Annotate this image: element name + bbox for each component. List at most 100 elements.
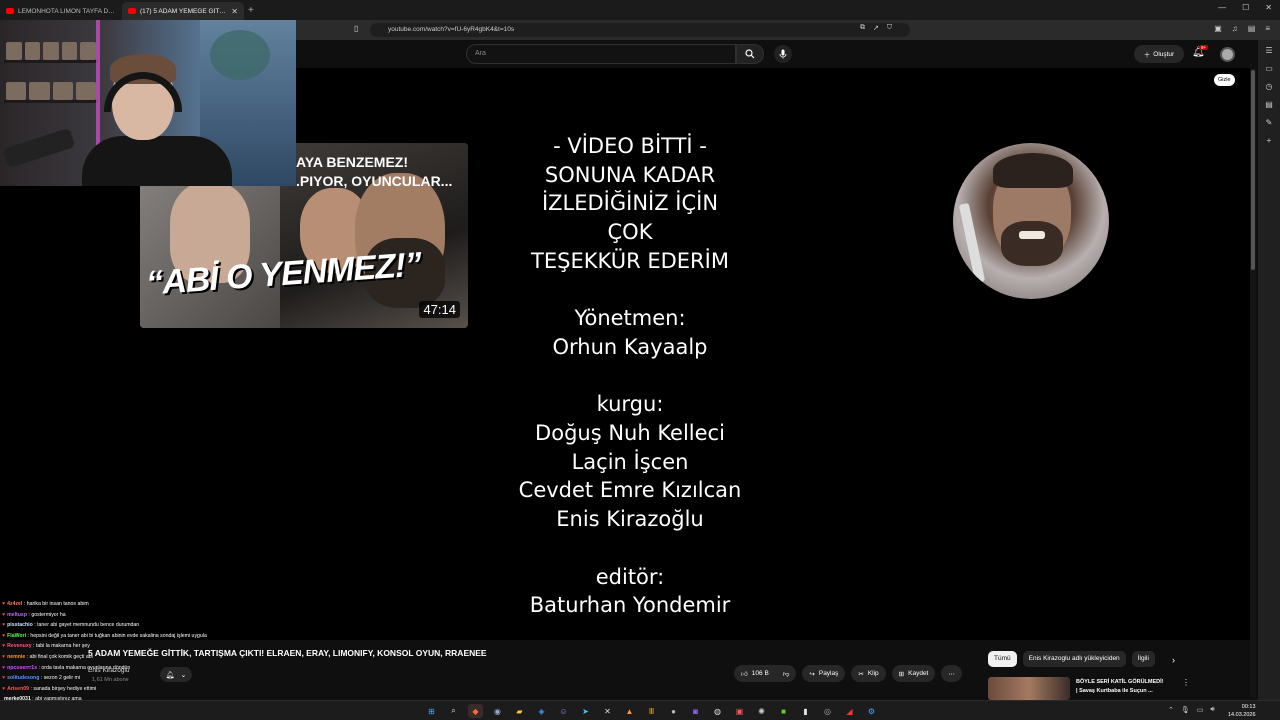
search-button[interactable]: [736, 44, 764, 64]
more-actions-button[interactable]: ⋯: [941, 665, 962, 682]
telegram-icon[interactable]: ➤: [578, 704, 593, 718]
share-arrow-icon: ↪: [809, 670, 815, 678]
chat-username[interactable]: 4z4zel: [7, 601, 22, 607]
chat-username[interactable]: FlaWori: [7, 633, 26, 639]
minimize-icon[interactable]: —: [1218, 3, 1226, 12]
settings-icon[interactable]: ⚙: [864, 704, 879, 718]
app-icon[interactable]: ◎: [820, 704, 835, 718]
ableton-icon[interactable]: Ⅲ: [644, 704, 659, 718]
discord-icon[interactable]: ☺: [556, 704, 571, 718]
close-tab-icon[interactable]: ✕: [231, 7, 238, 16]
file-explorer-icon[interactable]: ▰: [512, 704, 527, 718]
github-icon[interactable]: ◍: [710, 704, 725, 718]
browser-tab[interactable]: LEMONHOTA LIMON TAYFA DERLEME: [0, 2, 122, 20]
shelf: [4, 100, 98, 103]
chip-related[interactable]: İlgili: [1131, 651, 1155, 667]
new-tab-icon[interactable]: +: [248, 5, 254, 16]
chat-text: abi final çok komik geçti abi: [29, 653, 93, 660]
bookmarks-icon[interactable]: ☰: [1265, 46, 1272, 55]
dislike-icon[interactable]: 👎︎: [783, 670, 790, 678]
menu-icon[interactable]: ≡: [1265, 24, 1270, 33]
chat-username[interactable]: npcuserrr1s: [7, 665, 37, 671]
endscreen-channel-avatar[interactable]: [953, 143, 1109, 299]
vscode-icon[interactable]: ◈: [534, 704, 549, 718]
chat-text: taner abi gayet memnundu bence durumdan: [37, 622, 140, 629]
wall-art: [210, 30, 270, 80]
wallet-icon[interactable]: ▤: [1265, 100, 1273, 109]
url-field[interactable]: youtube.com/watch?v=fU-6yR4gbK4&t=10s: [370, 23, 910, 37]
search-icon: [745, 49, 755, 59]
chat-text: sezon 2 gelir mi: [43, 675, 81, 682]
chat-message: ♥ npcuserrr1s : orda tavla makarna oyunla…: [2, 663, 262, 674]
more-vert-icon[interactable]: ⋮: [1182, 678, 1190, 687]
scrollbar-thumb[interactable]: [1251, 70, 1255, 270]
brave-browser-icon[interactable]: ◆: [468, 704, 483, 718]
steam-icon[interactable]: ◉: [490, 704, 505, 718]
chat-username[interactable]: Revenuxy: [7, 643, 32, 649]
close-window-icon[interactable]: ✕: [1265, 3, 1272, 12]
chat-username[interactable]: solitudesong: [7, 675, 39, 681]
network-icon[interactable]: ▭: [1197, 706, 1204, 714]
create-label: Oluştur: [1153, 50, 1175, 58]
open-external-icon[interactable]: ⧉: [860, 24, 865, 32]
chat-username[interactable]: nemnie: [7, 654, 25, 660]
volume-icon[interactable]: 🔊︎: [1210, 706, 1214, 714]
microphone-arm: [2, 127, 76, 169]
photo-app-icon[interactable]: ▣: [732, 704, 747, 718]
chip-uploader[interactable]: Enis Kirazoglu adlı yükleyiciden: [1022, 651, 1126, 667]
recommended-video-title[interactable]: BÖYLE SERİ KATİL GÖRÜLMEDİ! | Savaş Kurt…: [1076, 678, 1176, 695]
voice-search-button[interactable]: [774, 45, 792, 63]
clip-button[interactable]: ✂ Klip: [851, 665, 886, 682]
clip-label: Klip: [867, 670, 879, 677]
sidebar-toggle-icon[interactable]: ▣: [1214, 24, 1222, 33]
add-panel-icon[interactable]: +: [1267, 136, 1272, 145]
system-clock[interactable]: 00:13 14.03.2026: [1228, 703, 1256, 719]
bookmark-icon[interactable]: ▯: [354, 24, 358, 33]
windows-start-icon[interactable]: ⊞: [424, 704, 439, 718]
hide-endscreen-button[interactable]: Gizle: [1214, 74, 1235, 86]
clock-date: 14.03.2026: [1228, 712, 1256, 718]
heart-icon: ♥: [2, 643, 6, 650]
chat-message: ♥ Revenuxy : tabi la makarna her şey: [2, 641, 262, 652]
chatgpt-icon[interactable]: ✺: [754, 704, 769, 718]
search-input[interactable]: Ara: [466, 44, 736, 64]
maximize-icon[interactable]: ☐: [1242, 3, 1249, 12]
create-button[interactable]: ＋ Oluştur: [1134, 45, 1184, 63]
chat-username[interactable]: pisstachio: [7, 622, 33, 628]
notes-icon[interactable]: ✎: [1266, 118, 1273, 127]
capcut-icon[interactable]: ✕: [600, 704, 615, 718]
mic-tray-icon[interactable]: 🎙︎: [1181, 706, 1190, 714]
reading-list-icon[interactable]: ▭: [1265, 64, 1273, 73]
chat-text: hepsini değil ya taner abi bi tuğkan abi…: [30, 632, 207, 639]
youtube-icon: [128, 8, 136, 14]
tab-title: LEMONHOTA LIMON TAYFA DERLEME: [18, 7, 116, 15]
twitch-icon[interactable]: ◙: [688, 704, 703, 718]
like-count[interactable]: 106 B: [752, 670, 769, 677]
chevron-right-icon[interactable]: ›: [1172, 655, 1175, 665]
chat-username[interactable]: meltusp: [7, 612, 27, 618]
chat-message: ♥ solitudesong : sezon 2 gelir mi: [2, 673, 262, 684]
media-icon[interactable]: ♫: [1232, 24, 1238, 33]
share-button[interactable]: ↪ Paylaş: [802, 665, 846, 682]
obs-icon[interactable]: ●: [666, 704, 681, 718]
chat-username[interactable]: Arisen09: [7, 686, 29, 692]
vlc-icon[interactable]: ▲: [622, 704, 637, 718]
davinci-icon[interactable]: ◢: [842, 704, 857, 718]
shelf-items: [6, 82, 96, 100]
epic-games-icon[interactable]: ▮: [798, 704, 813, 718]
chip-all[interactable]: Tümü: [988, 651, 1017, 667]
brave-shield-icon[interactable]: ⛉: [887, 24, 892, 32]
like-icon[interactable]: 👍︎: [741, 670, 748, 678]
account-avatar[interactable]: [1220, 47, 1235, 62]
wallet-icon[interactable]: ▤: [1248, 24, 1256, 33]
save-button[interactable]: ⊞ Kaydet: [891, 665, 936, 682]
minecraft-icon[interactable]: ■: [776, 704, 791, 718]
recommended-video-thumbnail[interactable]: [988, 677, 1070, 700]
like-dislike-group: 👍︎ 106 B 👎︎: [734, 665, 797, 682]
chevron-up-icon[interactable]: ⌃: [1168, 706, 1174, 714]
search-icon[interactable]: ⌕: [446, 704, 461, 718]
history-icon[interactable]: ◷: [1266, 82, 1273, 91]
chat-message: ♥ pisstachio : taner abi gayet memnundu b…: [2, 620, 262, 631]
browser-tab-active[interactable]: (17) 5 ADAM YEMEĞE GİTTİK, TA ✕: [122, 2, 244, 20]
share-icon[interactable]: ↗: [873, 24, 879, 32]
